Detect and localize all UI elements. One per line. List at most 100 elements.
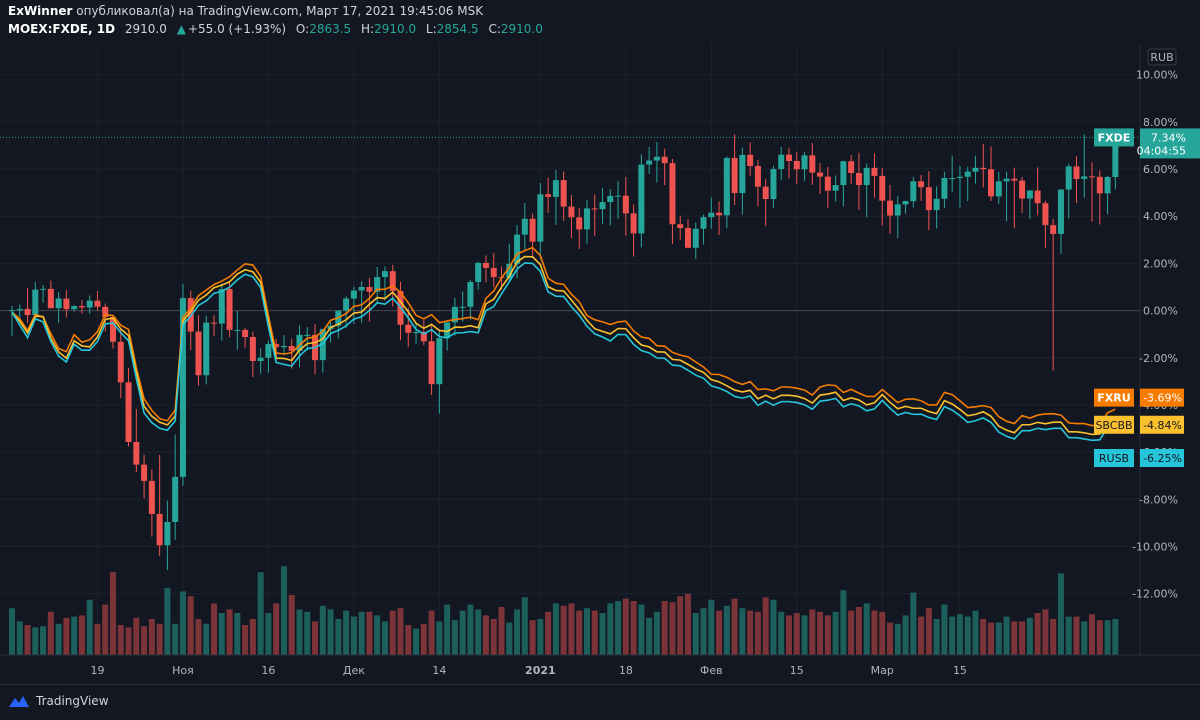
high-value: 2910.0 (374, 22, 417, 36)
volume-bar (288, 595, 295, 655)
volume-bar (793, 613, 800, 655)
candle-body (661, 156, 668, 164)
candle-body (1034, 190, 1041, 204)
candle-body (304, 334, 311, 336)
candle-body (739, 154, 746, 194)
volume-bar (467, 604, 474, 655)
volume-bar (444, 604, 451, 655)
volume-bar (630, 601, 637, 655)
candle-body (16, 308, 23, 311)
candle-body (638, 164, 645, 234)
volume-bar (350, 616, 357, 655)
volume-bar (980, 619, 987, 655)
candle-body (475, 262, 482, 283)
candle-body (94, 300, 101, 307)
volume-bar (110, 572, 117, 655)
candle-body (47, 288, 54, 309)
volume-bar (71, 616, 78, 655)
volume-bar (514, 609, 521, 655)
volume-bar (234, 613, 241, 655)
close-label: C: (488, 22, 501, 36)
author-name[interactable]: ExWinner (8, 4, 72, 18)
volume-bar (910, 592, 917, 655)
candle-body (708, 212, 715, 218)
volume-bar (988, 622, 995, 655)
candle-body (249, 336, 256, 362)
candle-body (762, 186, 769, 199)
candle-body (980, 167, 987, 170)
candle-body (467, 282, 474, 307)
symbol-name[interactable]: MOEX:FXDE, 1D (8, 22, 115, 36)
volume-bar (397, 608, 404, 655)
volume-bar (164, 587, 171, 655)
candle-body (482, 262, 489, 268)
candle-body (793, 161, 800, 170)
volume-bar (475, 609, 482, 655)
volume-bar (1112, 619, 1119, 655)
candle-body (257, 357, 264, 362)
volume-bar (1050, 619, 1057, 655)
volume-bar (1104, 620, 1111, 655)
volume-bar (545, 611, 552, 655)
x-tick-label: Фев (700, 664, 723, 677)
candle-body (428, 341, 435, 385)
candle-body (141, 464, 148, 481)
fxde-name: FXDE (1098, 131, 1131, 144)
candle-body (855, 173, 862, 186)
candle-body (203, 322, 210, 376)
candle-body (910, 181, 917, 202)
candle-body (156, 513, 163, 546)
y-tick-label: 4.00% (1143, 210, 1178, 223)
candle-body (1003, 178, 1010, 182)
volume-bar (490, 619, 497, 655)
volume-bar (1096, 620, 1103, 655)
candle-body (280, 345, 287, 348)
volume-bar (599, 613, 606, 655)
candle-body (583, 208, 590, 230)
volume-bar (824, 615, 831, 655)
candle-body (801, 155, 808, 170)
volume-bar (521, 597, 528, 655)
candle-body (684, 228, 691, 248)
x-tick-label: Ноя (172, 664, 194, 677)
price-chart[interactable]: RUB 10.00% 8.00% 6.00% 4.00% 2.00% 0.00% -2.00%… (0, 44, 1200, 684)
low-label: L: (425, 22, 437, 36)
volume-bar (583, 608, 590, 655)
candle-body (677, 224, 684, 229)
candle-body (413, 332, 420, 334)
volume-bar (312, 621, 319, 655)
tradingview-logo[interactable]: TradingView (8, 694, 109, 708)
candle-body (148, 480, 155, 514)
volume-bar (646, 617, 653, 655)
volume-bar (498, 607, 505, 655)
volume-bar (125, 627, 132, 655)
volume-bar (55, 623, 62, 655)
volume-bar (1034, 613, 1041, 655)
candle-body (591, 208, 598, 210)
volume-bar (754, 611, 761, 655)
volume-bar (482, 615, 489, 655)
y-tick-label: 2.00% (1143, 257, 1178, 270)
candle-body (211, 322, 218, 324)
candle-body (832, 185, 839, 191)
candle-body (840, 161, 847, 186)
candle-body (1050, 225, 1057, 234)
volume-bar (249, 619, 256, 655)
volume-bar (218, 613, 225, 655)
volume-bar (257, 572, 264, 655)
candle-body (358, 286, 365, 291)
candle-body (242, 329, 249, 337)
volume-bar (918, 616, 925, 655)
series-name-sbcbb: SBCBB (1095, 419, 1132, 432)
y-tick-label: -10.00% (1132, 540, 1178, 553)
volume-bar (995, 622, 1002, 655)
volume-bar (949, 616, 956, 655)
candle-body (195, 331, 202, 376)
volume-bar (887, 622, 894, 655)
candle-body (941, 177, 948, 199)
volume-bar (832, 611, 839, 655)
fxde-price: 7.34% (1151, 131, 1186, 144)
tradingview-brand: TradingView (36, 694, 109, 708)
candle-body (956, 176, 963, 178)
volume-bar (211, 603, 218, 655)
